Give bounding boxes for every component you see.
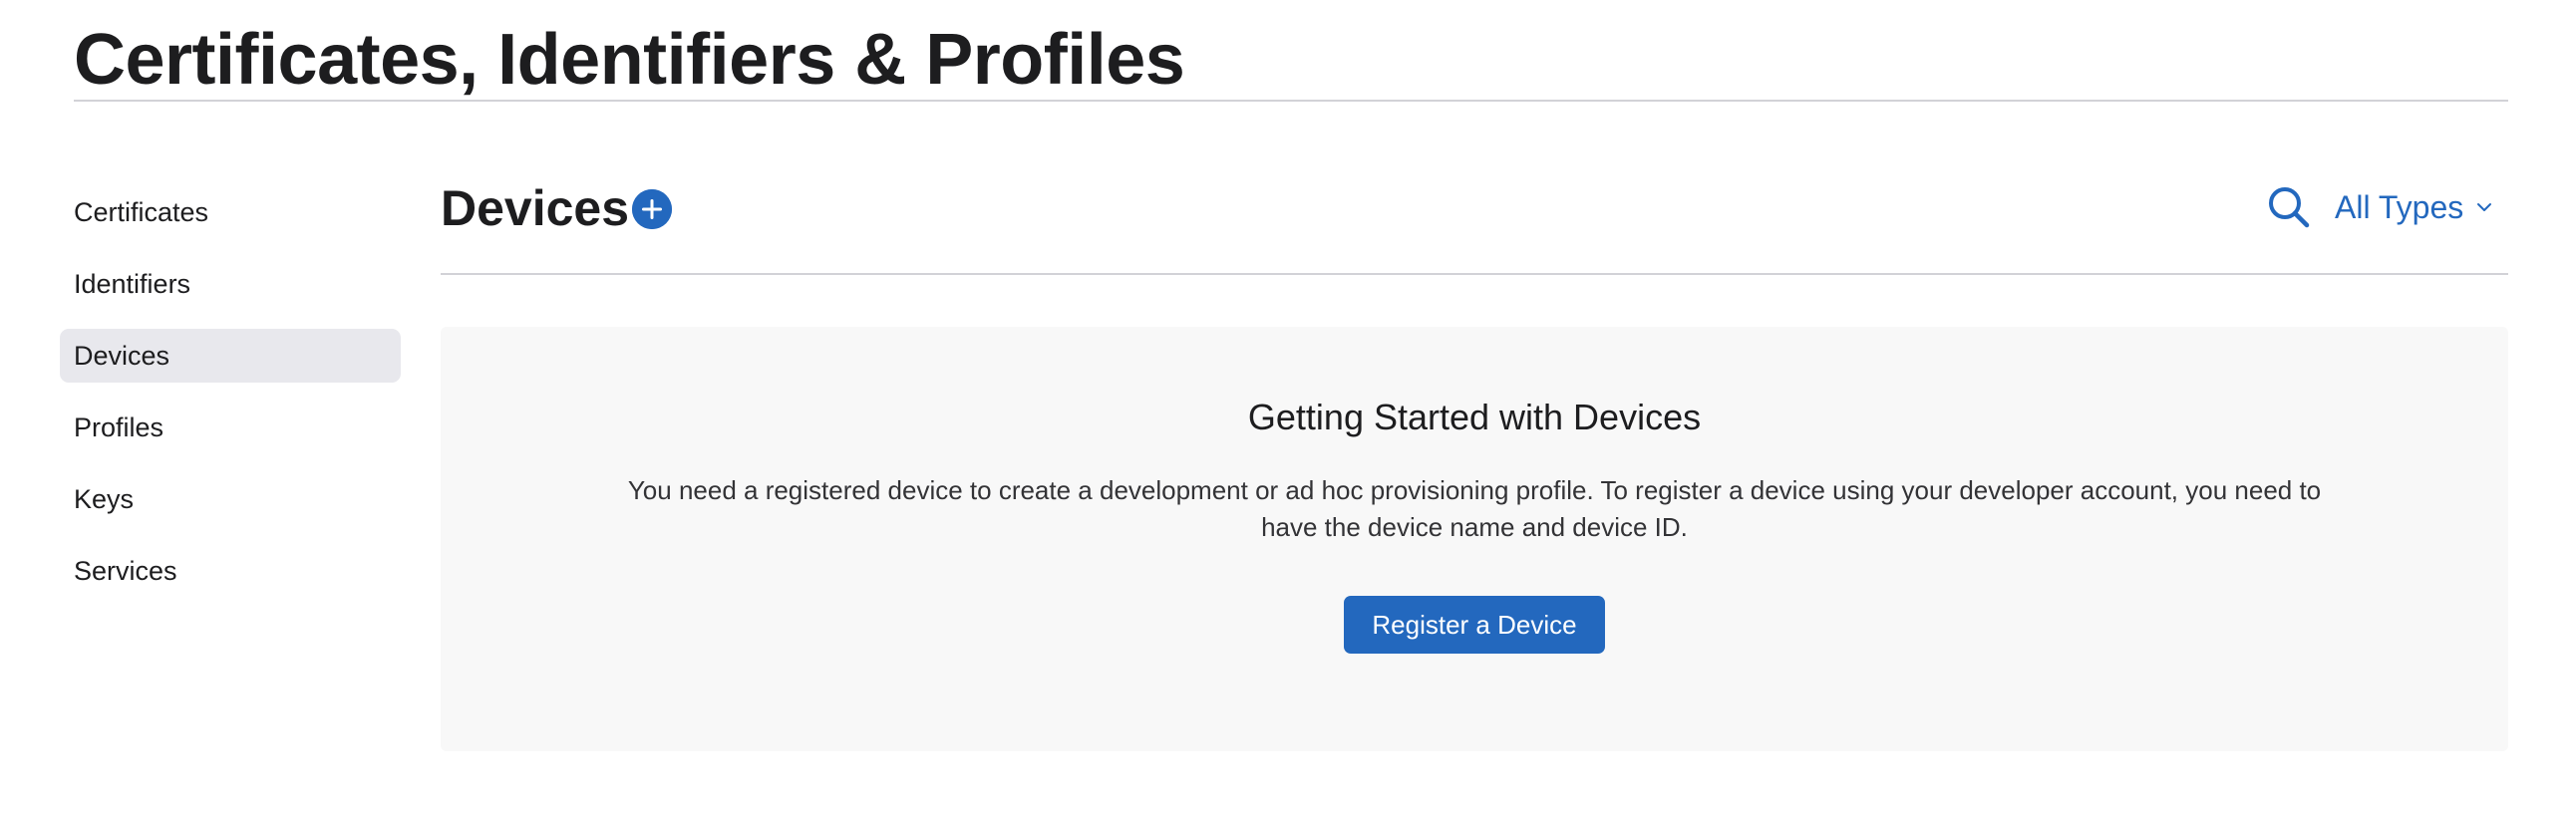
sidebar-item-certificates[interactable]: Certificates	[60, 185, 401, 239]
sidebar-item-label: Devices	[74, 340, 170, 371]
type-filter-label: All Types	[2335, 188, 2464, 225]
page-title: Certificates, Identifiers & Profiles	[74, 20, 1185, 100]
register-device-button[interactable]: Register a Device	[1344, 596, 1605, 654]
main-content: Devices All Types Getting Started with D…	[441, 159, 2508, 751]
section-title: Devices	[441, 180, 630, 236]
empty-state-panel: Getting Started with Devices You need a …	[441, 327, 2508, 751]
sidebar-item-keys[interactable]: Keys	[60, 472, 401, 526]
plus-circle-icon	[632, 189, 672, 229]
sidebar-item-label: Keys	[74, 483, 135, 514]
section-header: Devices All Types	[441, 159, 2508, 275]
sidebar-item-profiles[interactable]: Profiles	[60, 401, 401, 454]
sidebar-item-services[interactable]: Services	[60, 544, 401, 598]
type-filter-dropdown[interactable]: All Types	[2335, 185, 2493, 229]
sidebar-item-identifiers[interactable]: Identifiers	[60, 257, 401, 311]
sidebar-item-label: Identifiers	[74, 268, 191, 299]
search-icon	[2269, 187, 2310, 228]
chevron-down-icon	[2477, 203, 2492, 211]
empty-state-description: You need a registered device to create a…	[627, 475, 2322, 542]
empty-state-title: Getting Started with Devices	[1247, 397, 1702, 437]
title-divider	[74, 100, 2508, 102]
sidebar-item-label: Profiles	[74, 411, 164, 442]
search-button[interactable]	[2265, 183, 2313, 231]
sidebar-item-devices[interactable]: Devices	[60, 329, 401, 383]
sidebar-item-label: Certificates	[74, 196, 209, 227]
sidebar: Certificates Identifiers Devices Profile…	[60, 185, 401, 616]
sidebar-item-label: Services	[74, 555, 177, 586]
add-device-button[interactable]	[632, 189, 672, 229]
